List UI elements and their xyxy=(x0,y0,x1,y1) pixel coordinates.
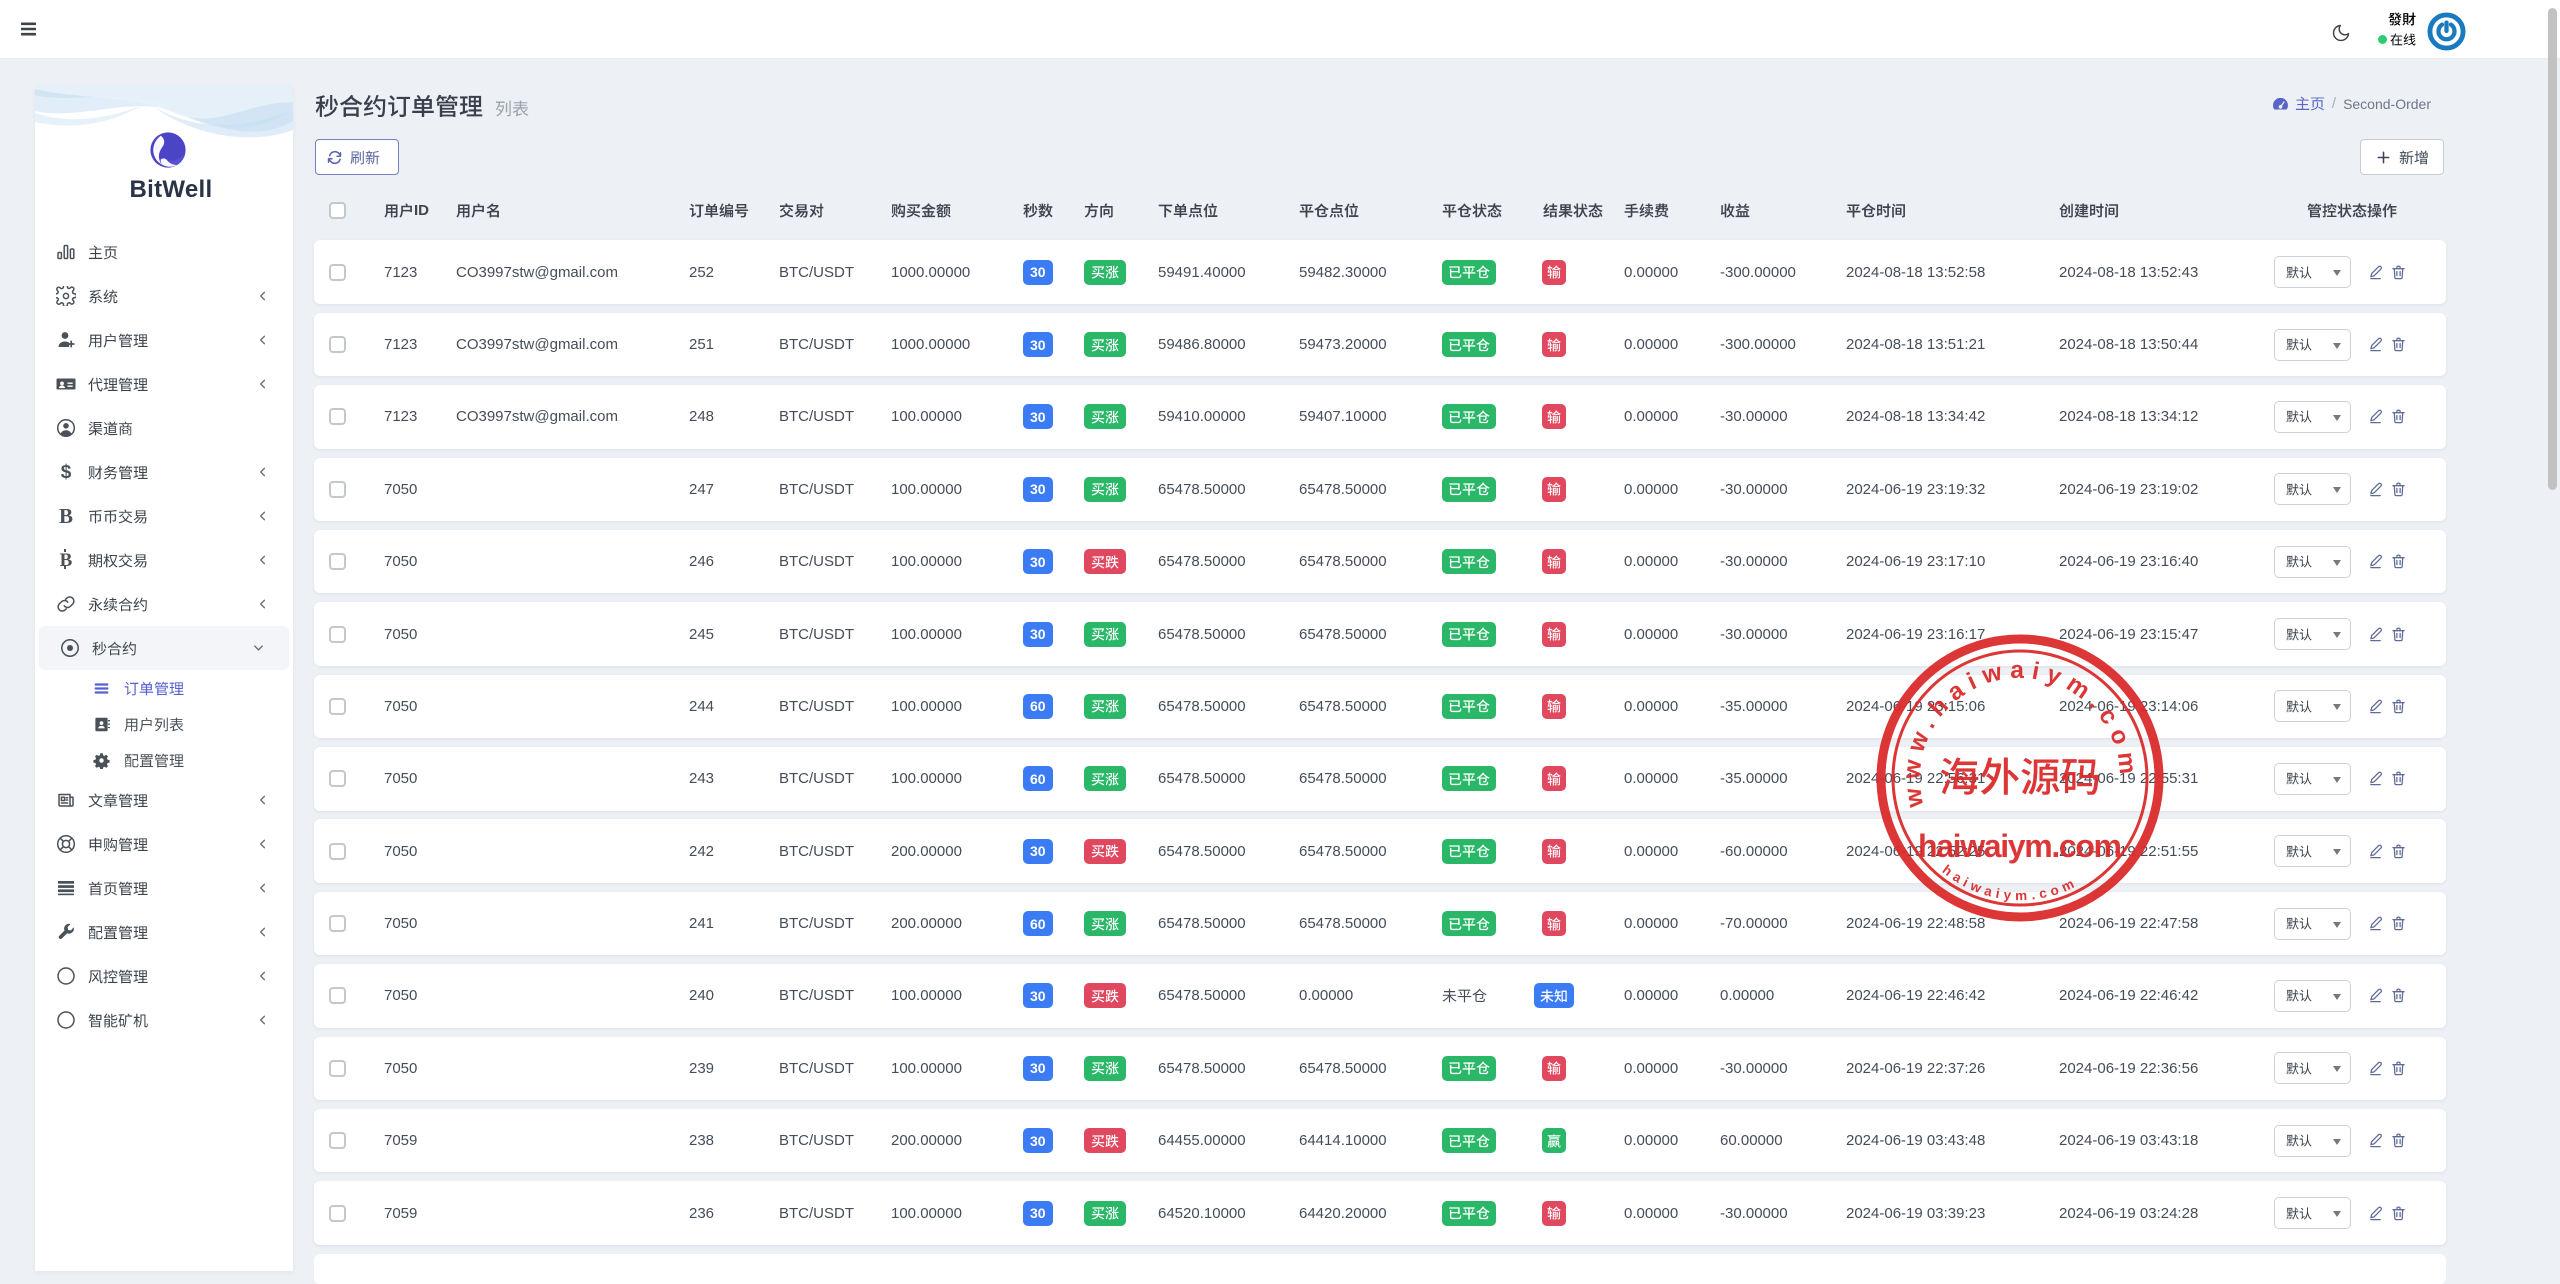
svg-text:haiwaiym.com: haiwaiym.com xyxy=(1940,862,2081,903)
svg-text:haiwaiym.com: haiwaiym.com xyxy=(1918,828,2122,864)
svg-text:www.haiwaiym.com: www.haiwaiym.com xyxy=(1898,657,2142,810)
